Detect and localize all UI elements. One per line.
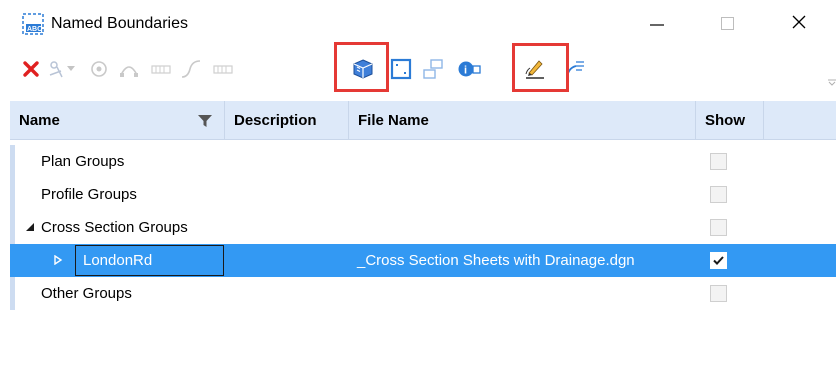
shape-button[interactable] <box>86 56 112 82</box>
row-accent <box>10 211 15 244</box>
window-title: Named Boundaries <box>51 15 188 32</box>
toolbar: i <box>10 42 836 96</box>
svg-text:i: i <box>464 65 467 77</box>
column-header-show-label: Show <box>705 112 745 129</box>
row-name: Other Groups <box>41 285 132 302</box>
boundaries-grid: Name Description File Name Show Plan Gro… <box>10 101 836 379</box>
properties-button[interactable]: i <box>456 56 482 82</box>
minimize-button[interactable] <box>630 0 684 44</box>
collapsed-arrow-icon[interactable] <box>53 255 63 265</box>
show-checkbox[interactable] <box>710 186 727 203</box>
row-file-name: _Cross Section Sheets with Drainage.dgn <box>357 252 635 269</box>
highlight-box <box>512 43 569 92</box>
column-header-name[interactable]: Name <box>10 101 225 140</box>
filter-icon[interactable] <box>198 114 212 128</box>
profile-curve-button[interactable] <box>178 56 204 82</box>
table-row[interactable]: Plan Groups <box>10 145 836 178</box>
row-name: LondonRd <box>83 252 153 269</box>
delete-button[interactable] <box>18 56 44 82</box>
show-checkbox[interactable] <box>710 252 727 269</box>
dropdown-arrow-button[interactable] <box>64 56 78 82</box>
column-header-show[interactable]: Show <box>696 101 764 140</box>
named-boundary-app-icon: ABC <box>22 13 44 35</box>
minimize-icon <box>650 24 664 26</box>
sheet-icon <box>151 65 171 74</box>
close-icon <box>792 15 806 29</box>
grouping-icon <box>423 59 443 79</box>
dropdown-arrow-icon <box>67 66 75 71</box>
toolbar-overflow-icon[interactable] <box>828 78 836 86</box>
zoom-extents-icon <box>390 58 412 80</box>
column-header-file-name[interactable]: File Name <box>349 101 696 140</box>
column-header-name-label: Name <box>19 112 60 129</box>
profile-sheet-icon <box>213 65 233 74</box>
row-accent <box>10 277 15 310</box>
row-accent <box>10 178 15 211</box>
table-row[interactable]: Profile Groups <box>10 178 836 211</box>
row-name: Cross Section Groups <box>41 219 188 236</box>
table-row-selected[interactable]: LondonRd _Cross Section Sheets with Drai… <box>10 244 836 277</box>
maximize-button[interactable] <box>701 0 755 44</box>
table-row[interactable]: Other Groups <box>10 277 836 310</box>
checkmark-icon <box>713 256 724 265</box>
profile-sheet-button[interactable] <box>210 56 236 82</box>
svg-text:ABC: ABC <box>27 26 42 33</box>
column-header-description[interactable]: Description <box>225 101 349 140</box>
highlight-box <box>334 42 389 92</box>
delete-icon <box>23 61 39 77</box>
show-checkbox[interactable] <box>710 153 727 170</box>
row-accent <box>10 244 15 277</box>
column-header-description-label: Description <box>234 112 317 129</box>
arc-icon <box>120 66 138 77</box>
maximize-icon <box>721 17 734 30</box>
properties-icon: i <box>458 61 481 77</box>
grid-header: Name Description File Name Show <box>10 101 836 140</box>
show-checkbox[interactable] <box>710 219 727 236</box>
grouping-button[interactable] <box>420 56 446 82</box>
expanded-arrow-icon[interactable] <box>25 222 35 232</box>
zoom-extents-button[interactable] <box>388 56 414 82</box>
column-header-file-name-label: File Name <box>358 112 429 129</box>
show-checkbox[interactable] <box>710 285 727 302</box>
close-button[interactable] <box>772 0 826 44</box>
arc-button[interactable] <box>116 56 142 82</box>
shape-icon <box>91 61 107 77</box>
sheet-button[interactable] <box>148 56 174 82</box>
row-name: Plan Groups <box>41 153 125 170</box>
row-name: Profile Groups <box>41 186 137 203</box>
title-bar: ABC Named Boundaries <box>0 0 836 48</box>
profile-curve-icon <box>181 60 201 78</box>
table-row[interactable]: Cross Section Groups <box>10 211 836 244</box>
row-accent <box>10 145 15 178</box>
